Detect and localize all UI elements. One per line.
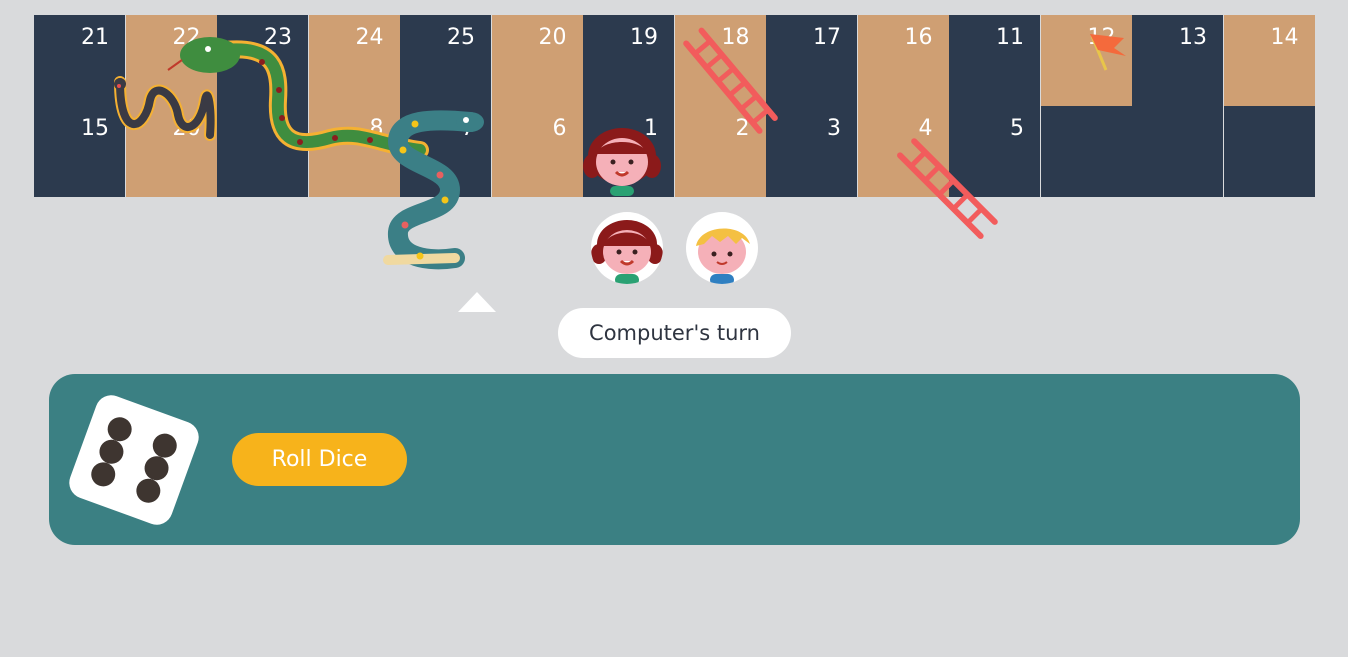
board-cell: 21 [34,15,125,106]
player-avatar-boy [686,212,758,284]
turn-status-text: Computer's turn [589,321,760,345]
board-cell: 8 [308,106,400,197]
board-cell: 6 [491,106,583,197]
board-cell: 5 [949,106,1040,197]
board-cell: 25 [400,15,491,106]
girl-avatar-icon [591,220,663,284]
board-cell: 7 [400,106,491,197]
board-cell: 4 [857,106,949,197]
board-cell: 2 [674,106,766,197]
boy-avatar-icon [696,228,750,284]
board-cell: 1 [583,106,674,197]
board-cell: 12 [1040,15,1132,106]
board-cell: 19 [583,15,674,106]
turn-status: Computer's turn [558,308,791,358]
board-cell: 24 [308,15,400,106]
board-cell [1040,106,1132,197]
board-cell: 16 [857,15,949,106]
turn-pointer-caret [458,292,496,312]
board-cell: 14 [1223,15,1315,106]
roll-dice-button[interactable]: Roll Dice [232,433,407,486]
board-cell: 18 [674,15,766,106]
board-cell: 22 [125,15,217,106]
board-cell: 17 [766,15,857,106]
board-cell: 15 [34,106,125,197]
board-cell: 3 [766,106,857,197]
board-cell [1223,106,1315,197]
board-cell [217,106,308,197]
player-avatar-girl [591,212,663,284]
board-cell [1132,106,1223,197]
board-cell: 20 [491,15,583,106]
board-cell: 11 [949,15,1040,106]
game-board: 21 22 23 24 25 20 19 18 17 16 11 12 13 14 15 20 8 7 6 1 2 3 4 5 [34,15,1315,197]
board-cell: 13 [1132,15,1223,106]
board-cell: 20 [125,106,217,197]
board-cell: 23 [217,15,308,106]
